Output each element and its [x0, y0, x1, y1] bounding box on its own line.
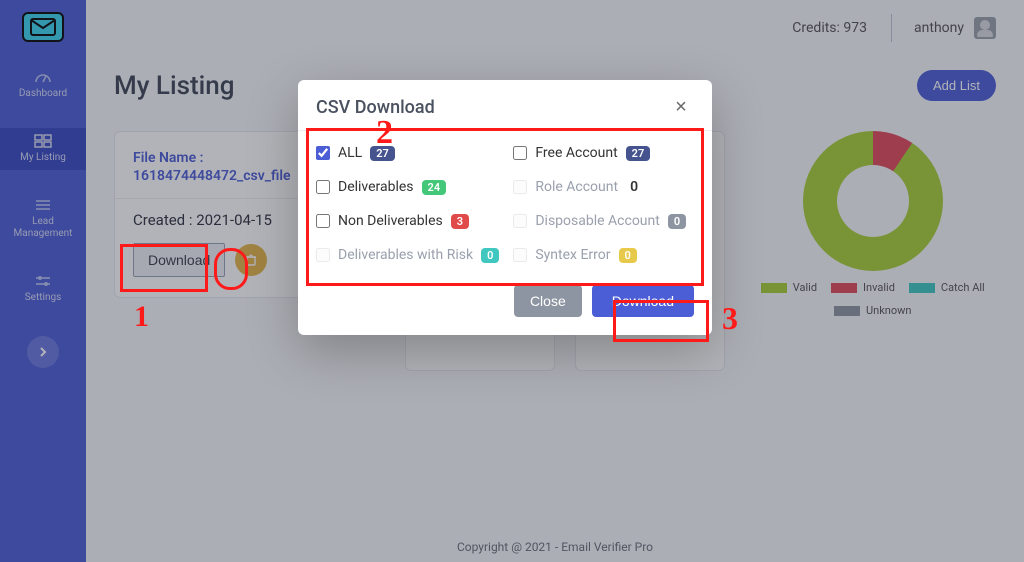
count-badge: 27 — [626, 146, 651, 161]
checkbox[interactable] — [316, 146, 330, 160]
checkbox[interactable] — [316, 180, 330, 194]
option-label: Role Account — [535, 179, 618, 195]
checkbox — [316, 248, 330, 262]
count-badge: 0 — [619, 248, 637, 263]
modal-title: CSV Download — [316, 97, 435, 118]
count-badge: 24 — [422, 180, 447, 195]
modal-download-button[interactable]: Download — [592, 285, 694, 317]
modal-footer: Close Download — [298, 273, 712, 335]
checkbox — [513, 248, 527, 262]
modal-body: ALL 27 Free Account 27 Deliverables 24 R… — [298, 131, 712, 273]
option-label: Free Account — [535, 145, 617, 161]
count-badge: 0 — [668, 214, 686, 229]
checkbox — [513, 180, 527, 194]
option-syntex-error: Syntex Error 0 — [513, 247, 694, 263]
option-non-deliverables[interactable]: Non Deliverables 3 — [316, 213, 499, 229]
option-role-account: Role Account 0 — [513, 179, 694, 195]
option-all[interactable]: ALL 27 — [316, 145, 499, 161]
option-label: ALL — [338, 145, 362, 161]
csv-download-modal: CSV Download × ALL 27 Free Account 27 De… — [298, 80, 712, 335]
option-deliverables[interactable]: Deliverables 24 — [316, 179, 499, 195]
count-badge: 27 — [370, 146, 395, 161]
modal-close-button[interactable]: × — [668, 94, 694, 120]
option-label: Deliverables — [338, 179, 414, 195]
option-label: Non Deliverables — [338, 213, 443, 229]
option-deliverables-with-risk: Deliverables with Risk 0 — [316, 247, 499, 263]
modal-close-action-button[interactable]: Close — [514, 285, 582, 317]
count-badge: 0 — [481, 248, 499, 263]
close-icon: × — [675, 96, 687, 118]
checkbox[interactable] — [513, 146, 527, 160]
option-free-account[interactable]: Free Account 27 — [513, 145, 694, 161]
checkbox — [513, 214, 527, 228]
option-label: Disposable Account — [535, 213, 659, 229]
option-label: Syntex Error — [535, 247, 610, 263]
option-disposable-account: Disposable Account 0 — [513, 213, 694, 229]
option-label: Deliverables with Risk — [338, 247, 473, 263]
count-badge: 3 — [451, 214, 469, 229]
checkbox[interactable] — [316, 214, 330, 228]
count-badge: 0 — [630, 179, 638, 195]
